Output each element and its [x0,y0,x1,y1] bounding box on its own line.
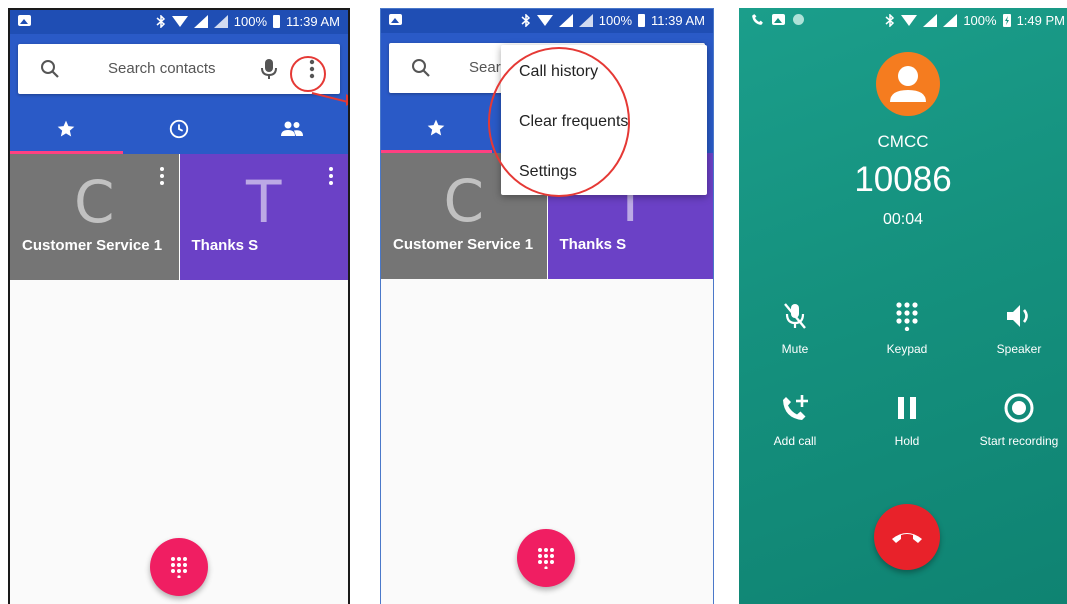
signal-2-icon [578,14,593,27]
favorite-tile[interactable]: T Thanks S [178,154,348,280]
contact-name: Thanks S [559,236,627,253]
dialer-screen-menu-open: 100% 11:39 AM Searc C Customer Service 1… [380,8,714,604]
status-time: 11:39 AM [651,13,705,28]
status-bar: 100% 11:39 AM [10,10,348,34]
wifi-icon [536,15,553,26]
signal-icon [558,14,573,27]
search-icon[interactable] [40,59,60,79]
status-bar: 100% 11:39 AM [381,9,713,33]
image-notification-icon [389,14,402,25]
dialpad-fab[interactable] [150,538,208,596]
signal-2-icon [943,14,958,27]
contact-name: Thanks S [191,237,259,254]
more-vert-icon[interactable] [159,166,165,186]
add-call-label: Add call [773,434,817,448]
tab-recents[interactable] [123,104,236,154]
battery-icon [273,15,281,28]
signal-2-icon [213,15,228,28]
image-notification-icon [18,15,31,26]
status-dot-icon [793,14,804,25]
hold-label: Hold [894,434,920,448]
dialpad-icon [171,557,187,578]
tab-speed-dial[interactable] [381,103,492,153]
add-call-button[interactable]: Add call [745,388,845,448]
star-icon [427,119,445,136]
record-label: Start recording [979,434,1059,448]
mic-icon[interactable] [260,58,278,80]
dialpad-icon [896,302,918,331]
battery-percent: 100% [963,13,997,28]
favorite-tile[interactable]: C Customer Service 1 [10,154,179,280]
bluetooth-icon [521,14,530,27]
keypad-label: Keypad [886,342,928,356]
mic-off-icon [784,303,806,329]
keypad-button[interactable]: Keypad [857,296,957,356]
status-time: 1:49 PM [1016,13,1065,28]
battery-icon [638,14,646,27]
annotation-circle [488,47,630,197]
wifi-icon [901,15,918,26]
phone-call-icon [752,14,763,25]
search-placeholder[interactable]: Search contacts [108,60,216,77]
contact-name: Customer Service 1 [22,237,163,254]
annotation-arrow-head [346,94,348,106]
bluetooth-icon [156,15,165,28]
tab-bar [10,104,348,154]
dialer-header: Search contacts [10,34,348,154]
carrier-name: CMCC [877,132,929,151]
star-icon [57,120,75,137]
annotation-circle [290,56,326,92]
status-time: 11:39 AM [286,14,340,29]
contact-letter: T [246,168,282,236]
clock-icon [169,119,189,139]
contact-letter: C [74,168,115,236]
tab-contacts[interactable] [235,104,348,154]
more-vert-icon[interactable] [328,166,334,186]
contact-name: Customer Service 1 [393,236,534,253]
record-icon [1004,393,1034,423]
people-icon [280,121,303,136]
battery-percent: 100% [598,13,633,28]
end-call-button[interactable] [874,504,940,570]
speaker-icon [1007,305,1028,327]
bluetooth-icon [885,14,895,27]
dialpad-fab[interactable] [517,529,575,587]
pause-icon [898,397,916,419]
battery-percent: 100% [233,14,268,29]
person-icon [890,66,926,102]
mute-button[interactable]: Mute [745,296,845,356]
add-call-icon [783,395,808,420]
search-icon[interactable] [411,58,431,78]
caller-number: 10086 [854,160,952,199]
mute-label: Mute [781,342,809,356]
dialpad-icon [538,548,554,569]
battery-charging-icon [1002,14,1011,27]
speaker-label: Speaker [996,342,1042,356]
signal-icon [923,14,938,27]
status-bar: 100% 1:49 PM [739,8,1067,34]
hold-button[interactable]: Hold [857,388,957,448]
tab-speed-dial[interactable] [10,104,123,154]
hang-up-icon [892,533,922,543]
favorites-grid: C Customer Service 1 T Thanks S [10,154,348,280]
speaker-button[interactable]: Speaker [969,296,1067,356]
avatar [876,52,940,116]
dialer-screen-favorites: 100% 11:39 AM Search contacts C Customer… [8,8,350,604]
record-button[interactable]: Start recording [969,388,1067,448]
in-call-screen: 100% 1:49 PM CMCC 10086 00:04 Mute Keypa… [739,8,1067,604]
call-timer: 00:04 [882,211,924,228]
signal-icon [193,15,208,28]
image-notification-icon [772,14,785,25]
wifi-icon [171,16,188,27]
